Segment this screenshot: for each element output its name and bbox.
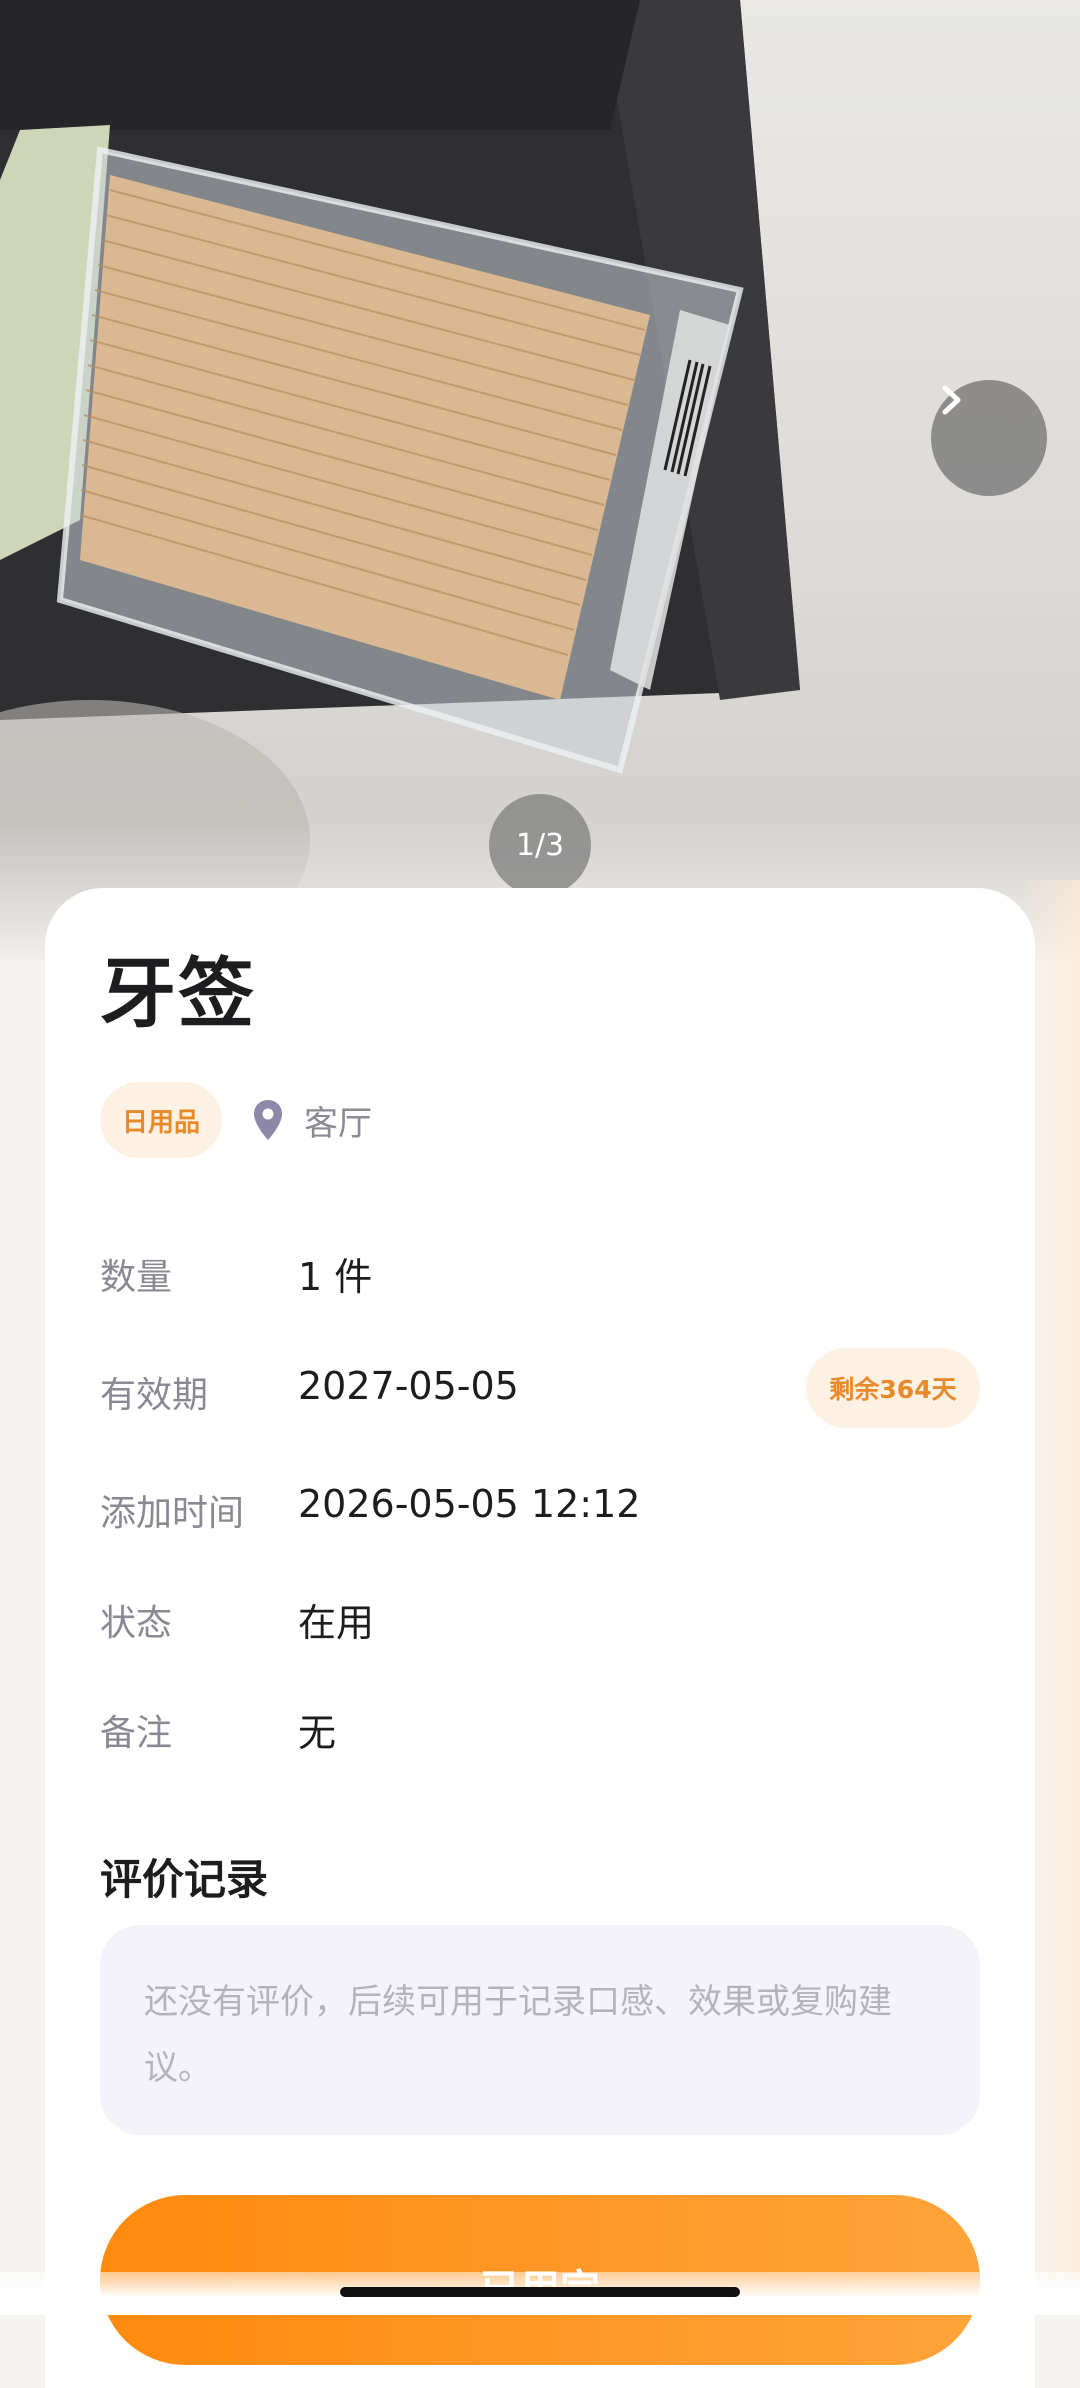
next-image-button[interactable]	[931, 380, 1047, 496]
expiry-value: 2027-05-05	[298, 1364, 519, 1408]
location-info: 客厅	[252, 1095, 372, 1145]
reviews-empty-text: 还没有评价，后续可用于记录口感、效果或复购建议。	[144, 1982, 892, 2088]
location-pin-icon	[254, 1100, 282, 1140]
reviews-empty-box[interactable]: 还没有评价，后续可用于记录口感、效果或复购建议。	[100, 1925, 980, 2135]
home-indicator[interactable]	[340, 2287, 740, 2297]
quantity-value: 1 件	[298, 1255, 373, 1299]
added-time-label: 添加时间	[100, 1493, 245, 1534]
remaining-days-badge: 剩余364天	[806, 1348, 980, 1428]
status-value: 在用	[298, 1601, 375, 1645]
note-value: 无	[298, 1711, 337, 1755]
note-label: 备注	[100, 1713, 173, 1754]
added-time-value: 2026-05-05 12:12	[298, 1482, 641, 1526]
quantity-label: 数量	[100, 1257, 173, 1298]
image-counter: 1/3	[489, 794, 591, 896]
product-photo[interactable]: 1/3	[0, 0, 1080, 960]
location-label: 客厅	[304, 1103, 372, 1144]
expiry-label: 有效期	[100, 1375, 209, 1416]
category-tag: 日用品	[100, 1082, 222, 1158]
status-label: 状态	[100, 1603, 173, 1644]
chevron-right-icon	[942, 385, 961, 415]
item-title: 牙签	[100, 949, 256, 1038]
reviews-title: 评价记录	[100, 1855, 269, 1904]
